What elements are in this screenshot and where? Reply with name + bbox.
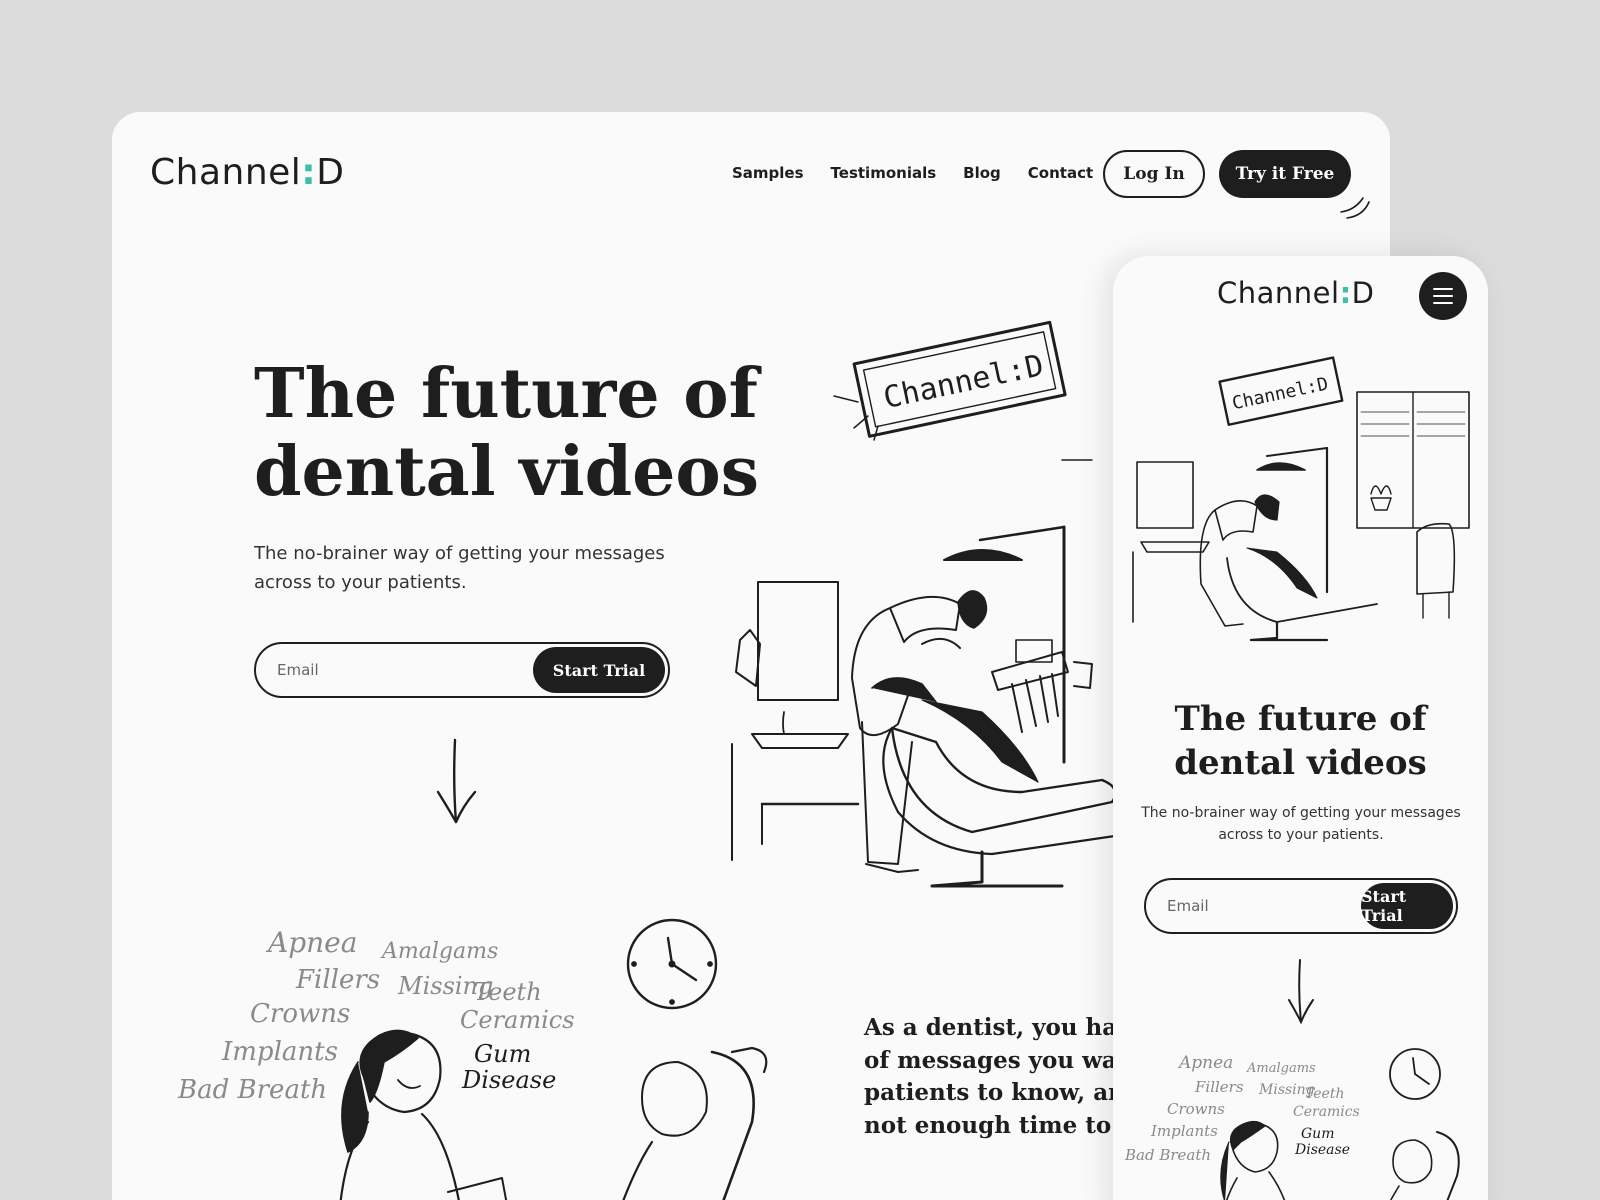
email-input[interactable] [259, 661, 533, 679]
brand-name: Channel [150, 152, 302, 193]
mobile-clinic-sign-text: Channel:D [1230, 373, 1330, 414]
mobile-email-input[interactable] [1149, 897, 1361, 915]
mobile-email-signup-form: Start Trial [1144, 878, 1458, 934]
topic-fillers: Fillers [1194, 1078, 1244, 1096]
sparkle-decoration [1340, 197, 1370, 219]
main-nav: Samples Testimonials Blog Contact [732, 164, 1093, 182]
mobile-topics-illustration: Apnea Amalgams Fillers Missing Teeth Cro… [1124, 1048, 1460, 1200]
topic-disease: Disease [1294, 1142, 1350, 1158]
start-trial-button[interactable]: Start Trial [533, 647, 665, 693]
mobile-brand-logo[interactable]: Channel:D [1217, 276, 1375, 310]
brand-letter: D [1351, 276, 1375, 310]
mobile-clock-icon [1389, 1048, 1441, 1100]
topic-bad-breath: Bad Breath [177, 1075, 327, 1105]
email-signup-form: Start Trial [254, 642, 670, 698]
mobile-page: Channel:D Channel:D The future of dental… [1113, 256, 1488, 1200]
login-button[interactable]: Log In [1103, 150, 1205, 198]
hero-title-line1: The future of [254, 354, 758, 434]
hero-title: The future of dental videos [254, 354, 774, 512]
nav-item-blog[interactable]: Blog [963, 164, 1001, 182]
clock-icon [626, 918, 718, 1010]
nav-item-testimonials[interactable]: Testimonials [831, 164, 937, 182]
nav-item-contact[interactable]: Contact [1028, 164, 1093, 182]
brand-name: Channel [1217, 276, 1340, 310]
topic-crowns: Crowns [250, 999, 350, 1029]
mobile-dentist-illustration: Channel:D [1132, 356, 1470, 642]
topic-implants: Implants [1150, 1122, 1218, 1140]
topic-bad-breath: Bad Breath [1124, 1146, 1211, 1164]
section2-text: As a dentist, you have of messages you w… [864, 1014, 1146, 1139]
topic-implants: Implants [221, 1037, 338, 1067]
mobile-down-arrow-icon [1288, 959, 1314, 1025]
nav-item-samples[interactable]: Samples [732, 164, 804, 182]
brand-letter: D [316, 152, 345, 193]
topic-fillers: Fillers [295, 965, 380, 995]
topic-teeth: Teeth [474, 978, 542, 1006]
topic-amalgams: Amalgams [1246, 1061, 1316, 1076]
hero-subtitle: The no-brainer way of getting your messa… [254, 543, 665, 593]
brand-separator: : [301, 152, 317, 193]
topic-apnea: Apnea [265, 926, 357, 959]
topic-ceramics: Ceramics [460, 1006, 575, 1034]
topic-ceramics: Ceramics [1293, 1104, 1360, 1120]
down-arrow-icon [436, 738, 477, 824]
mobile-hero-title-line1: The future of [1174, 699, 1427, 739]
topic-crowns: Crowns [1167, 1100, 1225, 1118]
brand-logo[interactable]: Channel:D [150, 152, 344, 193]
clinic-sign-text: Channel:D [880, 348, 1046, 416]
mobile-hero-subtitle: The no-brainer way of getting your messa… [1141, 805, 1461, 844]
topic-disease: Disease [461, 1066, 556, 1094]
hero-title-line2: dental videos [254, 431, 760, 512]
topics-illustration: Apnea Amalgams Fillers Missing Teeth Cro… [177, 918, 768, 1200]
topic-gum: Gum [1301, 1126, 1334, 1142]
mobile-start-trial-button[interactable]: Start Trial [1361, 883, 1453, 929]
topic-amalgams: Amalgams [380, 939, 498, 964]
mobile-hero-title: The future of dental videos [1113, 698, 1488, 785]
brand-separator: : [1339, 276, 1352, 310]
hamburger-menu-icon[interactable] [1419, 272, 1467, 320]
topic-teeth: Teeth [1305, 1086, 1344, 1102]
try-free-button[interactable]: Try it Free [1219, 150, 1351, 198]
topic-gum: Gum [474, 1040, 531, 1068]
mobile-hero-title-line2: dental videos [1174, 742, 1427, 783]
topic-apnea: Apnea [1177, 1053, 1233, 1073]
